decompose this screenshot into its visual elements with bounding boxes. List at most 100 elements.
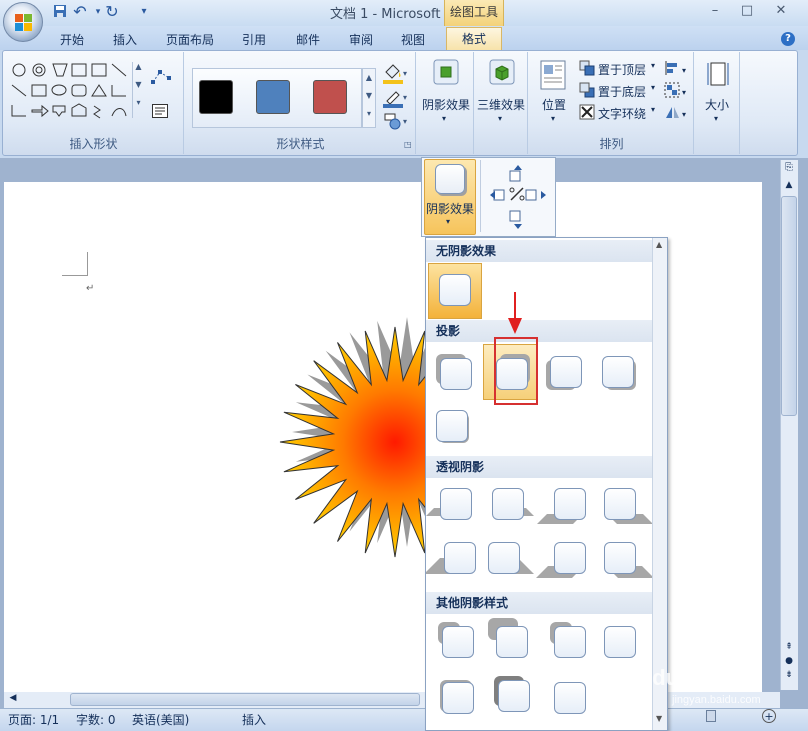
text-wrap-button[interactable]: 文字环绕 (598, 105, 646, 122)
office-button[interactable] (3, 2, 43, 42)
option-other-2[interactable] (488, 618, 528, 658)
office-logo-icon (15, 14, 32, 31)
tab-review[interactable]: 审阅 (349, 31, 373, 48)
status-word-count[interactable]: 字数: 0 (76, 711, 116, 728)
option-perspective-8[interactable] (598, 536, 654, 578)
text-box-icon[interactable] (152, 104, 168, 118)
position-icon (540, 60, 566, 90)
shadow-effects-label: 阴影效果 (422, 98, 471, 112)
tab-home[interactable]: 开始 (60, 31, 84, 48)
dropdown-arrow-icon: ▾ (551, 114, 556, 123)
option-other-5[interactable] (436, 676, 474, 714)
shadow-cube-icon (433, 59, 459, 85)
browse-object-controls[interactable]: ⇞ ● ⇟ (782, 640, 796, 682)
3d-cube-icon (489, 59, 515, 85)
zoom-slider-thumb[interactable] (706, 710, 716, 722)
menu-scroll-down-icon[interactable]: ▼ (656, 714, 662, 723)
tab-format[interactable]: 格式 (446, 27, 502, 51)
horizontal-scroll-thumb[interactable] (70, 693, 420, 706)
option-shadow-bottom-left[interactable] (544, 350, 582, 390)
bring-to-front-button[interactable]: 置于顶层 (598, 61, 646, 78)
tab-mailings[interactable]: 邮件 (296, 31, 320, 48)
fill-dropdowns[interactable]: ▾ ▾ ▾ (403, 62, 407, 134)
option-other-4[interactable] (598, 620, 636, 658)
status-insert-mode[interactable]: 插入 (242, 711, 266, 728)
scroll-left-icon[interactable]: ◀ (6, 693, 20, 707)
dropdown-arrow-icon[interactable]: ▾ (651, 61, 655, 70)
option-other-7[interactable] (548, 676, 586, 714)
text-wrap-icon[interactable] (579, 104, 595, 120)
section-other-shadow-styles: 其他阴影样式 (426, 592, 652, 614)
shapes-gallery-scroll[interactable]: ▲ ▼ ▾ (132, 62, 144, 118)
align-icon[interactable] (664, 60, 680, 76)
3d-effects-label: 三维效果 (477, 98, 526, 112)
help-icon[interactable]: ? (781, 32, 795, 46)
shadow-effects-button[interactable]: 阴影效果 ▾ (420, 54, 472, 140)
option-perspective-5[interactable] (426, 536, 476, 574)
option-perspective-3[interactable] (537, 482, 586, 524)
style-gallery-scroll[interactable]: ▲ ▼ ▾ (362, 68, 376, 128)
shapes-gallery[interactable] (8, 60, 146, 120)
option-perspective-1[interactable] (426, 482, 472, 520)
style-swatch-red[interactable] (313, 80, 347, 114)
shape-fill-icon[interactable] (383, 62, 403, 84)
vertical-scroll-thumb[interactable] (781, 196, 797, 416)
rotate-icon[interactable] (664, 104, 680, 120)
tab-references[interactable]: 引用 (242, 31, 266, 48)
arrange-dropdowns[interactable]: ▾ ▾ ▾ (682, 60, 686, 126)
position-button[interactable]: 位置 ▾ (536, 56, 572, 132)
dropdown-arrow-icon[interactable]: ▾ (651, 105, 655, 114)
option-shadow-bottom-right[interactable] (596, 350, 636, 390)
shadow-effects-popup-button[interactable]: 阴影效果 ▾ (424, 159, 476, 235)
change-shape-icon[interactable] (383, 112, 403, 130)
status-page[interactable]: 页面: 1/1 (8, 711, 59, 728)
tab-view[interactable]: 视图 (401, 31, 425, 48)
option-shadow-bottom-right-2[interactable] (430, 404, 469, 443)
shape-outline-icon[interactable] (383, 88, 403, 108)
shadow-effects-popup-label: 阴影效果 (426, 202, 475, 216)
style-swatch-black[interactable] (199, 80, 233, 114)
section-no-shadow: 无阴影效果 (426, 240, 652, 262)
option-other-6[interactable] (492, 674, 530, 712)
zoom-in-icon[interactable]: + (762, 709, 776, 723)
option-perspective-4[interactable] (598, 482, 653, 524)
option-no-shadow[interactable] (428, 263, 482, 319)
drawing-tools-context-label: 绘图工具 (444, 0, 504, 26)
option-shadow-top-left[interactable] (434, 352, 472, 390)
group-objects-icon[interactable] (664, 82, 680, 98)
watermark-logo: Baidu 经验 (618, 665, 730, 690)
status-language[interactable]: 英语(美国) (132, 711, 189, 728)
size-button[interactable]: 大小 ▾ (700, 56, 736, 132)
edit-shape-icon[interactable] (150, 68, 172, 88)
scroll-up-icon[interactable]: ▲ (782, 180, 796, 194)
option-perspective-2[interactable] (486, 482, 534, 520)
ruler-toggle-icon[interactable]: ⎘ (782, 162, 796, 176)
minimize-button[interactable]: – (702, 2, 728, 20)
option-other-3[interactable] (548, 620, 586, 658)
shadow-nudge-controls[interactable] (486, 163, 550, 231)
send-to-back-icon[interactable] (579, 82, 595, 98)
dialog-launcher-icon[interactable]: ◳ (404, 140, 412, 149)
dropdown-arrow-icon[interactable]: ▾ (651, 83, 655, 92)
3d-effects-button[interactable]: 三维效果 ▾ (476, 54, 528, 140)
highlight-box (494, 337, 538, 405)
style-swatch-blue[interactable] (256, 80, 290, 114)
send-to-back-button[interactable]: 置于底层 (598, 83, 646, 100)
bring-to-front-icon[interactable] (579, 60, 595, 76)
close-button[interactable]: ✕ (768, 2, 794, 20)
preview-box-icon (439, 274, 471, 306)
group-label: 形状样式 (276, 137, 325, 151)
option-perspective-6[interactable] (482, 536, 534, 574)
option-other-1[interactable] (436, 620, 474, 658)
menu-scroll-up-icon[interactable]: ▲ (656, 240, 662, 249)
section-outer-shadow: 投影 (426, 320, 652, 342)
option-perspective-7[interactable] (536, 536, 586, 578)
status-bar (0, 708, 808, 731)
watermark-url: jingyan.baidu.com (672, 694, 761, 706)
tab-insert[interactable]: 插入 (113, 31, 137, 48)
menu-scrollbar[interactable]: ▲ ▼ (652, 238, 667, 730)
tab-page-layout[interactable]: 页面布局 (166, 31, 214, 48)
maximize-button[interactable]: □ (734, 2, 760, 20)
margin-marker (62, 252, 88, 276)
dropdown-arrow-icon: ▾ (714, 114, 719, 123)
